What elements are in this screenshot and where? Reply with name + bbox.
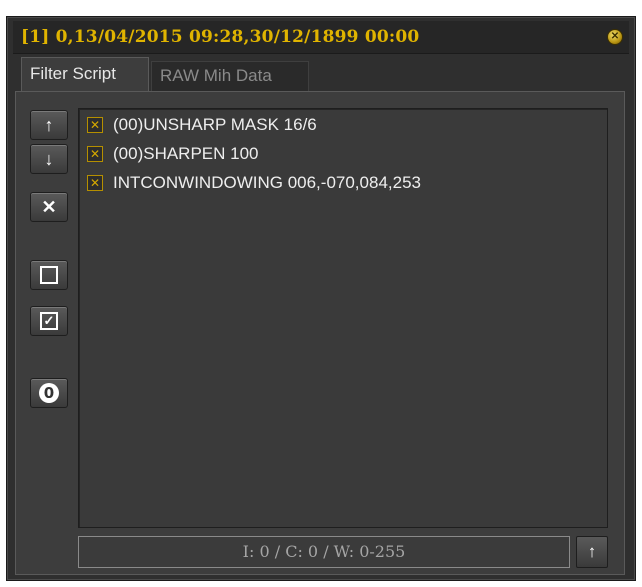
status-up-button[interactable]: ↑ (576, 536, 608, 568)
delete-x-icon: ✕ (41, 197, 57, 217)
window-title: [1] 0,13/04/2015 09:28,30/12/1899 00:00 (21, 27, 420, 47)
tab-filter-script[interactable]: Filter Script (21, 57, 149, 91)
list-item[interactable]: ✕ (00)SHARPEN 100 (87, 142, 259, 166)
move-up-button[interactable]: ↑ (30, 110, 68, 140)
list-item[interactable]: ✕ INTCONWINDOWING 006,-070,084,253 (87, 171, 421, 195)
title-bar[interactable]: [1] 0,13/04/2015 09:28,30/12/1899 00:00 … (13, 21, 629, 54)
filter-list[interactable]: ✕ (00)UNSHARP MASK 16/6 ✕ (00)SHARPEN 10… (78, 108, 608, 528)
empty-checkbox-icon (40, 265, 58, 284)
status-field: I: 0 / C: 0 / W: 0-255 (78, 536, 570, 568)
filter-label: (00)SHARPEN 100 (113, 144, 259, 163)
filter-label: INTCONWINDOWING 006,-070,084,253 (113, 173, 421, 192)
check-all-button[interactable]: ✓ (30, 306, 68, 336)
tab-raw-mih-data[interactable]: RAW Mih Data (151, 61, 309, 91)
list-item[interactable]: ✕ (00)UNSHARP MASK 16/6 (87, 113, 317, 137)
move-down-button[interactable]: ↓ (30, 144, 68, 174)
filter-window: [1] 0,13/04/2015 09:28,30/12/1899 00:00 … (6, 16, 636, 581)
uncheck-all-button[interactable] (30, 260, 68, 290)
arrow-up-icon: ↑ (44, 115, 54, 135)
checked-checkbox-icon: ✓ (40, 311, 58, 330)
arrow-up-icon: ↑ (587, 542, 597, 561)
filter-checkbox[interactable]: ✕ (87, 146, 103, 162)
delete-button[interactable]: ✕ (30, 192, 68, 222)
close-icon[interactable]: ✕ (607, 29, 623, 45)
arrow-down-icon: ↓ (44, 149, 54, 169)
reset-button[interactable]: 0 (30, 378, 68, 408)
filter-checkbox[interactable]: ✕ (87, 117, 103, 133)
filter-checkbox[interactable]: ✕ (87, 175, 103, 191)
zero-circle-icon: 0 (39, 382, 59, 403)
filter-label: (00)UNSHARP MASK 16/6 (113, 115, 317, 134)
filter-script-panel: ↑ ↓ ✕ ✓ 0 ✕ (00)UNSHARP MASK 16/6 ✕ (00)… (15, 91, 625, 575)
